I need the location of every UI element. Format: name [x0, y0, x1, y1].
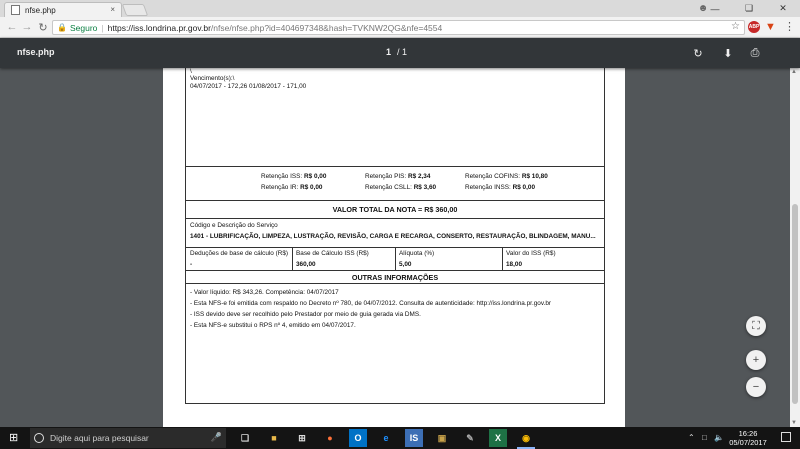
deductions-value: - [190, 261, 193, 268]
file-explorer-icon[interactable]: ■ [265, 429, 283, 447]
app-icon[interactable]: IS [405, 429, 423, 447]
chrome-icon[interactable]: ◉ [517, 429, 535, 449]
deductions-header: Deduções de base de cálculo (R$) [190, 250, 289, 257]
separator: | [101, 22, 104, 33]
download-icon[interactable]: ⬇ [720, 45, 736, 61]
column-divider [395, 247, 396, 270]
minimize-icon[interactable]: — [698, 0, 732, 17]
firefox-icon[interactable]: ● [321, 429, 339, 447]
info-line: - ISS devido deve ser recolhido pelo Pre… [190, 311, 421, 318]
volume-icon[interactable]: 🔈 [714, 433, 724, 442]
pdf-viewport[interactable]: \ Vencimento(s):\ 04/07/2017 - 172,26 01… [0, 68, 790, 427]
tray-chevron-icon[interactable]: ⌃ [688, 433, 695, 442]
retention-cofins: Retenção COFINS: R$ 10,80 [465, 173, 548, 180]
page-indicator: 1/ 1 [386, 47, 407, 57]
fit-to-page-icon[interactable]: ⛶ [746, 316, 766, 336]
taskbar: ⊞ Digite aqui para pesquisar 🎤 ❏ ■ ⊞ ● O… [0, 427, 800, 449]
divider [186, 200, 604, 201]
cortana-icon [34, 433, 44, 443]
due-label: Vencimento(s):\ [190, 75, 235, 82]
rotate-icon[interactable]: ↻ [690, 45, 706, 61]
retention-ir: Retenção IR: R$ 0,00 [261, 184, 323, 191]
taskbar-search[interactable]: Digite aqui para pesquisar 🎤 [30, 428, 226, 448]
total-pages: 1 [402, 47, 408, 57]
service-description: 1401 - LUBRIFICAÇÃO, LIMPEZA, LUSTRAÇÃO,… [190, 233, 596, 240]
scroll-thumb[interactable] [792, 204, 798, 404]
browser-tab[interactable]: nfse.php × [4, 2, 122, 17]
base-calc-header: Base de Cálculo ISS (R$) [296, 250, 369, 257]
due-dates: 04/07/2017 - 172,26 01/08/2017 - 171,00 [190, 83, 307, 90]
notifications-icon[interactable] [781, 432, 791, 442]
back-icon[interactable]: ← [5, 20, 19, 34]
lock-icon: 🔒 [57, 23, 67, 32]
invoice-frame: \ Vencimento(s):\ 04/07/2017 - 172,26 01… [185, 68, 605, 404]
shield-extension-icon[interactable]: ▼ [765, 21, 776, 33]
scrollbar[interactable]: ▲ ▼ [790, 68, 800, 427]
network-icon[interactable]: □ [702, 433, 707, 442]
bookmark-star-icon[interactable]: ☆ [731, 21, 740, 32]
browser-toolbar: ← → ↻ 🔒 Seguro | https://iss.londrina.pr… [0, 17, 800, 38]
info-line: - Valor líquido: R$ 343,26. Competência:… [190, 289, 339, 296]
zoom-out-icon[interactable]: − [746, 377, 766, 397]
new-tab-button[interactable] [121, 4, 149, 16]
retention-inss: Retenção INSS: R$ 0,00 [465, 184, 535, 191]
document-icon [11, 5, 20, 15]
tab-close-icon[interactable]: × [110, 5, 115, 14]
current-page[interactable]: 1 [386, 47, 391, 57]
divider [186, 283, 604, 284]
print-icon[interactable]: ⎙ [747, 45, 763, 61]
info-line: - Esta NFS-e foi emitida com respaldo no… [190, 300, 552, 307]
internet-explorer-icon[interactable]: e [377, 429, 395, 447]
page-separator: / [397, 47, 400, 57]
excel-icon[interactable]: X [489, 429, 507, 447]
pdf-toolbar: nfse.php 1/ 1 ↻ ⬇ ⎙ [0, 38, 800, 68]
forward-icon[interactable]: → [20, 20, 34, 34]
info-line: - Esta NFS-e substitui o RPS nº 4, emiti… [190, 322, 356, 329]
rate-value: 5,00 [399, 261, 412, 268]
service-label: Código e Descrição do Serviço [190, 222, 278, 229]
scroll-down-icon[interactable]: ▼ [791, 420, 797, 426]
address-bar[interactable]: 🔒 Seguro | https://iss.londrina.pr.gov.b… [52, 20, 745, 35]
url-host: https://iss.londrina.pr.gov.br [107, 22, 211, 33]
tool-icon[interactable]: ✎ [461, 429, 479, 447]
iss-value-header: Valor do ISS (R$) [506, 250, 556, 257]
store-icon[interactable]: ⊞ [293, 429, 311, 447]
total-value: VALOR TOTAL DA NOTA = R$ 360,00 [332, 205, 458, 214]
search-placeholder: Digite aqui para pesquisar [50, 433, 149, 443]
retention-csll: Retenção CSLL: R$ 3,60 [365, 184, 437, 191]
clock[interactable]: 16:26 05/07/2017 [726, 429, 770, 447]
scroll-up-icon[interactable]: ▲ [791, 69, 797, 75]
clock-time: 16:26 [738, 429, 758, 438]
outlook-icon[interactable]: O [349, 429, 367, 447]
tab-title: nfse.php [25, 5, 56, 15]
retention-iss: Retenção ISS: R$ 0,00 [261, 173, 327, 180]
iss-value: 18,00 [506, 261, 522, 268]
other-info-title: OUTRAS INFORMAÇÕES [351, 273, 439, 282]
base-calc-value: 360,00 [296, 261, 316, 268]
windows-start-icon[interactable]: ⊞ [9, 432, 21, 444]
tab-strip: nfse.php × ☻ — ❏ ✕ [0, 0, 800, 17]
kebab-menu-icon[interactable]: ⋮ [784, 20, 795, 33]
reload-icon[interactable]: ↻ [36, 20, 50, 34]
retention-pis: Retenção PIS: R$ 2,34 [365, 173, 431, 180]
task-view-icon[interactable]: ❏ [236, 429, 254, 447]
divider [186, 218, 604, 219]
zoom-in-icon[interactable]: + [746, 350, 766, 370]
close-window-icon[interactable]: ✕ [766, 0, 800, 17]
divider [186, 270, 604, 271]
backslash-text: \ [190, 68, 192, 75]
divider [186, 166, 604, 167]
secure-label: Seguro [69, 22, 98, 33]
microphone-icon[interactable]: 🎤 [211, 432, 222, 443]
pdf-page: \ Vencimento(s):\ 04/07/2017 - 172,26 01… [163, 68, 625, 427]
adblock-extension-icon[interactable]: ABP [748, 21, 760, 33]
rate-header: Alíquota (%) [399, 250, 435, 257]
pdf-title: nfse.php [17, 47, 55, 57]
url-path: /nfse/nfse.php?id=404697348&hash=TVKNW2Q… [210, 22, 443, 33]
column-divider [502, 247, 503, 270]
restore-icon[interactable]: ❏ [732, 0, 766, 17]
photos-icon[interactable]: ▣ [433, 429, 451, 447]
column-divider [292, 247, 293, 270]
clock-date: 05/07/2017 [729, 438, 767, 447]
